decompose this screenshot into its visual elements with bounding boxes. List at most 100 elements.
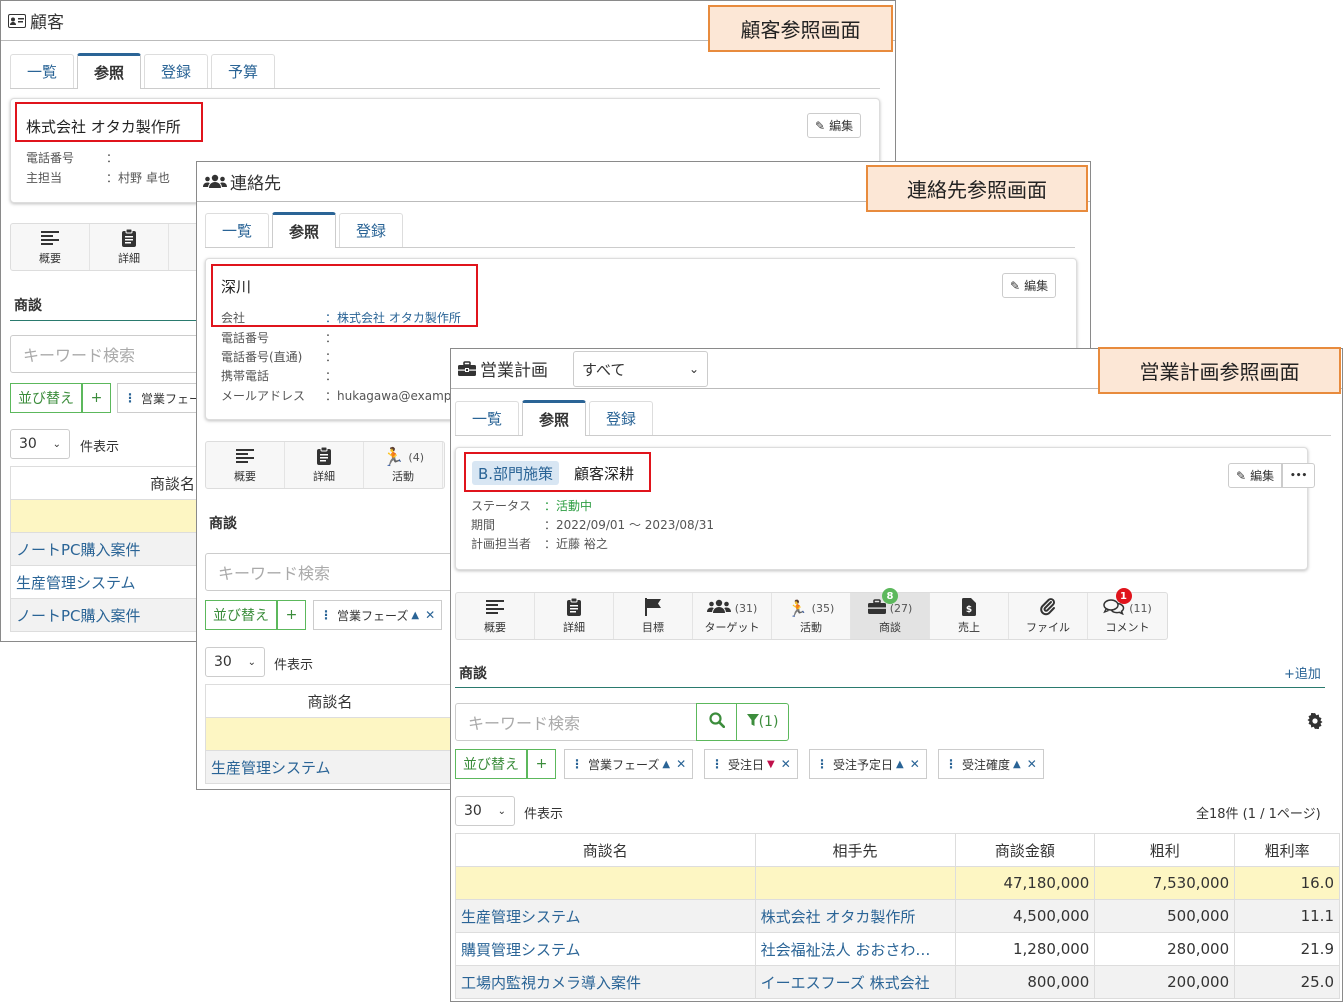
- icon-tab-target[interactable]: (31) ターゲット: [693, 593, 772, 639]
- field-label: 電話番号(直通): [221, 350, 303, 364]
- close-icon[interactable]: ✕: [781, 757, 791, 771]
- table-row[interactable]: 生産管理システム 株式会社 オタカ製作所 4,500,000 500,000 1…: [455, 899, 1340, 933]
- deal-name-link[interactable]: 生産管理システム: [455, 899, 756, 933]
- more-menu-button[interactable]: •••: [1282, 463, 1316, 488]
- sort-chip[interactable]: ⋮ 営業フェーズ ▲ ✕: [313, 600, 443, 630]
- invoice-icon: $: [962, 597, 976, 619]
- sort-button[interactable]: 並び替え: [10, 383, 82, 413]
- column-header[interactable]: 商談名: [10, 466, 210, 500]
- icon-tab-detail[interactable]: 詳細: [285, 442, 364, 488]
- deal-name-link[interactable]: 工場内監視カメラ導入案件: [455, 965, 756, 999]
- per-page-select[interactable]: 30 ⌄: [205, 647, 265, 677]
- field-value: ：村野 卓也: [106, 171, 170, 185]
- icon-tab-detail[interactable]: 詳細: [535, 593, 614, 639]
- add-sort-button[interactable]: +: [527, 749, 556, 779]
- search-input[interactable]: キーワード検索: [10, 335, 220, 373]
- tab-budget[interactable]: 予算: [211, 54, 276, 88]
- close-icon[interactable]: ✕: [676, 757, 686, 771]
- tab-view[interactable]: 参照: [522, 400, 587, 436]
- sort-button[interactable]: 並び替え: [455, 749, 527, 779]
- table-row[interactable]: 工場内監視カメラ導入案件 イーエスフーズ 株式会社 800,000 200,00…: [455, 965, 1340, 999]
- icon-tab-summary[interactable]: 概要: [11, 224, 90, 270]
- deal-name-link[interactable]: ノートPC購入案件: [10, 598, 210, 632]
- sort-chip[interactable]: ⋮ 営業フェー: [117, 383, 207, 413]
- tab-register[interactable]: 登録: [144, 54, 209, 88]
- sort-chip-probability[interactable]: ⋮ 受注確度 ▲ ✕: [938, 749, 1044, 779]
- icon-tab-detail[interactable]: 詳細: [90, 224, 169, 270]
- briefcase-icon: [457, 360, 477, 377]
- edit-button[interactable]: ✎ 編集: [1002, 273, 1057, 298]
- tab-view[interactable]: 参照: [272, 212, 337, 248]
- column-header[interactable]: 商談名: [205, 684, 455, 718]
- deal-name-link[interactable]: 購買管理システム: [455, 932, 756, 966]
- table-row[interactable]: 購買管理システム 社会福祉法人 おおさわ… 1,280,000 280,000 …: [455, 932, 1340, 966]
- icon-tab-label: 活動: [800, 621, 822, 634]
- icon-tab-files[interactable]: ファイル: [1009, 593, 1088, 639]
- close-icon[interactable]: ✕: [910, 757, 920, 771]
- icon-tab-activity[interactable]: 🏃 (4) 活動: [364, 442, 443, 488]
- icon-tab-summary[interactable]: 概要: [456, 593, 535, 639]
- icon-tab-deals[interactable]: 8 (27) 商談: [851, 588, 930, 639]
- icon-tab-sales[interactable]: $ 売上: [930, 593, 1009, 639]
- tab-view[interactable]: 参照: [77, 53, 142, 89]
- add-deal-link[interactable]: +追加: [1284, 663, 1321, 682]
- icon-tab-label: 概要: [234, 470, 256, 483]
- contact-iconbar: 概要 詳細 🏃 (4) 活動: [205, 441, 445, 489]
- tab-list[interactable]: 一覧: [455, 401, 520, 435]
- search-input[interactable]: キーワード検索: [205, 553, 465, 591]
- column-header[interactable]: 粗利: [1094, 833, 1236, 867]
- sort-chip-order-date[interactable]: ⋮ 受注日 ▼ ✕: [704, 749, 798, 779]
- field-value: ：: [106, 151, 119, 165]
- column-header[interactable]: 粗利率: [1234, 833, 1340, 867]
- sort-button[interactable]: 並び替え: [205, 600, 277, 630]
- client-link[interactable]: 社会福祉法人 おおさわ…: [754, 932, 956, 966]
- tab-list[interactable]: 一覧: [10, 54, 75, 88]
- table-row[interactable]: ノートPC購入案件: [10, 532, 210, 566]
- settings-gear-icon[interactable]: [1307, 712, 1323, 733]
- table-row[interactable]: ノートPC購入案件: [10, 598, 210, 632]
- edit-button[interactable]: ✎ 編集: [1228, 463, 1283, 488]
- client-link[interactable]: 株式会社 オタカ製作所: [754, 899, 956, 933]
- summary-amount: 47,180,000: [954, 866, 1096, 900]
- per-page-select[interactable]: 30 ⌄: [455, 796, 515, 826]
- sort-chip-label: 営業フェー: [141, 391, 202, 406]
- section-title: 商談: [14, 298, 42, 314]
- field-row: 電話番号 ：: [26, 149, 118, 166]
- edit-button[interactable]: ✎ 編集: [807, 113, 862, 138]
- icon-tab-summary[interactable]: 概要: [206, 442, 285, 488]
- client-link[interactable]: イーエスフーズ 株式会社: [754, 965, 956, 999]
- table-row[interactable]: 生産管理システム: [205, 750, 455, 784]
- add-sort-button[interactable]: +: [82, 383, 111, 413]
- column-header[interactable]: 商談名: [455, 833, 756, 867]
- icon-tab-label: 詳細: [118, 252, 140, 265]
- close-icon[interactable]: ✕: [1027, 757, 1037, 771]
- per-page-select[interactable]: 30 ⌄: [10, 429, 70, 459]
- add-sort-button[interactable]: +: [277, 600, 306, 630]
- column-header[interactable]: 相手先: [754, 833, 956, 867]
- search-input[interactable]: キーワード検索: [455, 703, 697, 741]
- icon-tab-activity[interactable]: 🏃 (35) 活動: [772, 593, 851, 639]
- filter-button[interactable]: (1): [736, 703, 789, 741]
- deal-name-link[interactable]: 生産管理システム: [10, 565, 210, 599]
- column-header[interactable]: 商談金額: [954, 833, 1096, 867]
- tab-list[interactable]: 一覧: [205, 213, 270, 247]
- flag-icon: [644, 597, 662, 619]
- tab-register[interactable]: 登録: [339, 213, 404, 247]
- deal-name-link[interactable]: ノートPC購入案件: [10, 532, 210, 566]
- icon-tab-comments[interactable]: 1 (11) コメント: [1088, 588, 1167, 639]
- sort-chip-phase[interactable]: ⋮ 営業フェーズ ▲ ✕: [564, 749, 694, 779]
- close-icon[interactable]: ✕: [425, 608, 435, 622]
- field-value: ：: [325, 331, 338, 345]
- sort-chip-expected-date[interactable]: ⋮ 受注予定日 ▲ ✕: [809, 749, 927, 779]
- running-icon: 🏃: [787, 598, 808, 618]
- table-row[interactable]: 生産管理システム: [10, 565, 210, 599]
- plan-filter-select[interactable]: すべて ⌄: [573, 351, 708, 387]
- search-button[interactable]: [696, 703, 737, 741]
- running-icon: 🏃: [381, 446, 405, 468]
- deal-name-link[interactable]: 生産管理システム: [205, 750, 455, 784]
- sort-asc-icon: ▲: [662, 758, 671, 770]
- chevron-down-icon: ⌄: [247, 656, 256, 668]
- icon-tab-goal[interactable]: 目標: [614, 593, 693, 639]
- contact-deals-table: 商談名 生産管理システム: [205, 684, 455, 784]
- tab-register[interactable]: 登録: [589, 401, 654, 435]
